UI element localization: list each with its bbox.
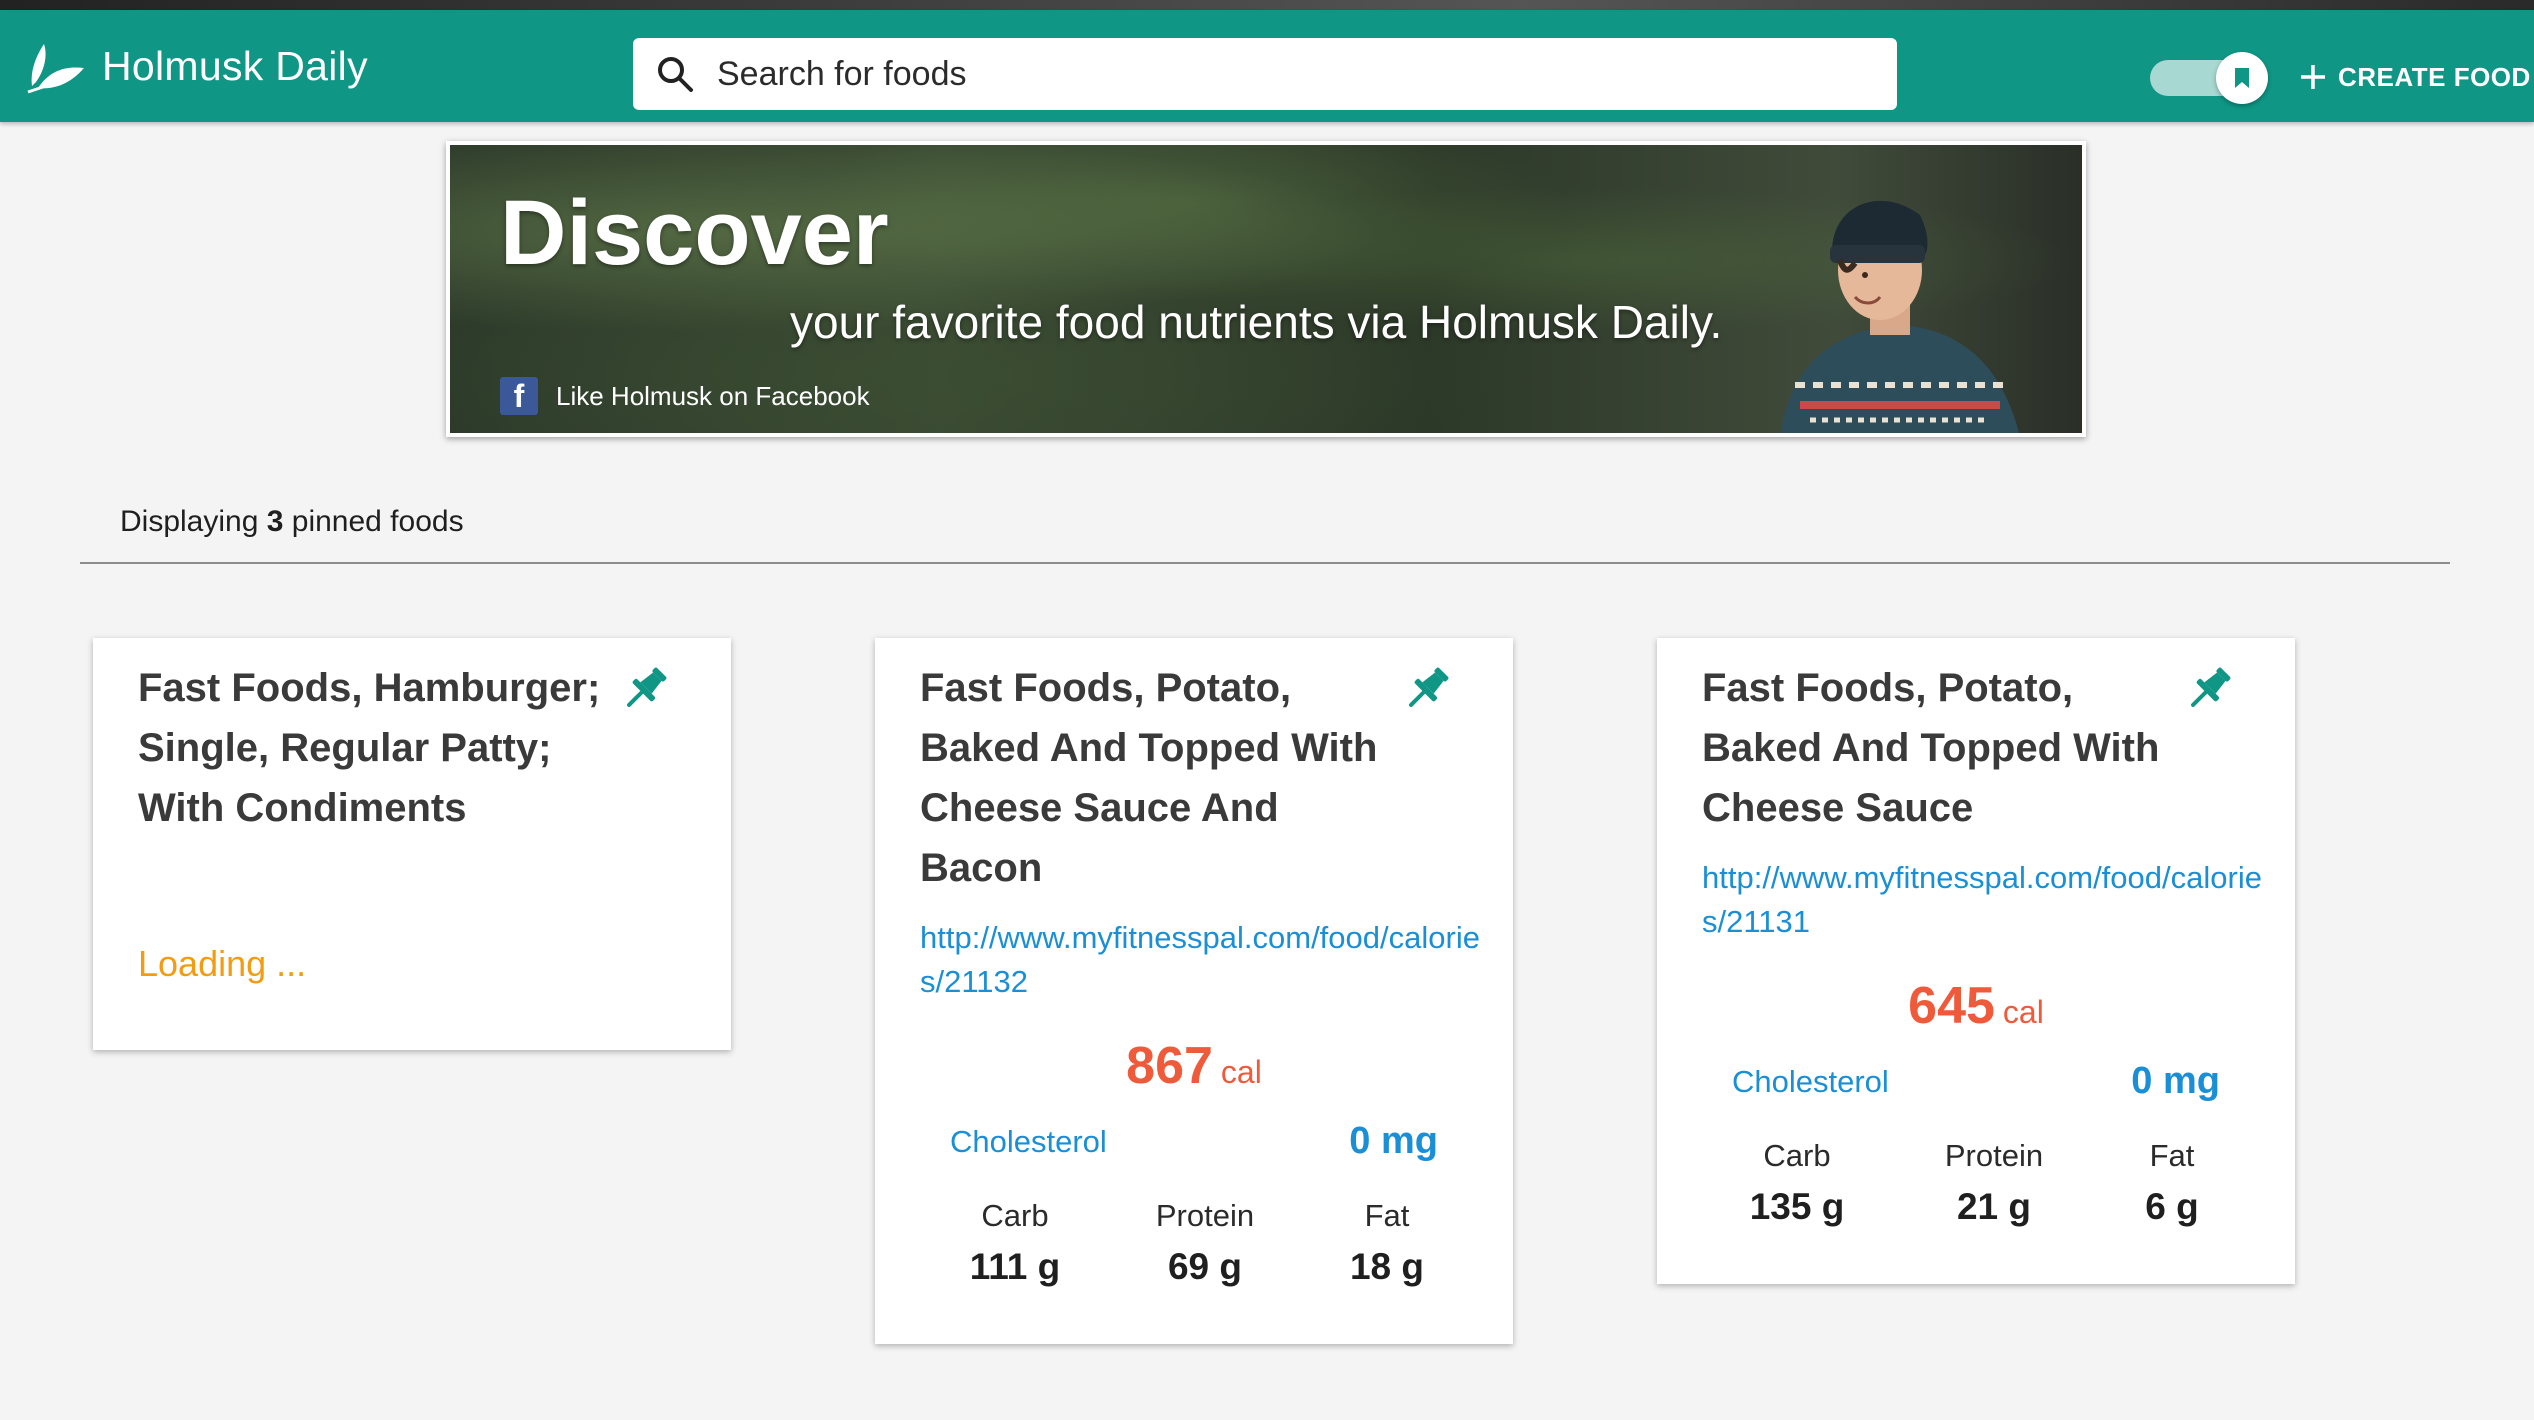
food-card[interactable]: Fast Foods, Potato, Baked And Topped Wit… — [1657, 638, 2295, 1284]
banner-title: Discover — [500, 182, 889, 284]
macro-label: Carb — [981, 1198, 1049, 1233]
pin-icon[interactable] — [2182, 660, 2238, 716]
macro-value: 111 g — [969, 1246, 1061, 1287]
pin-icon[interactable] — [618, 660, 674, 716]
macro-fat: Fat 6 g — [2092, 1138, 2252, 1228]
brand[interactable]: Holmusk Daily — [22, 36, 368, 96]
macro-value: 135 g — [1749, 1186, 1845, 1227]
food-card[interactable]: Fast Foods, Potato, Baked And Topped Wit… — [875, 638, 1513, 1344]
calories-unit: cal — [2002, 994, 2044, 1030]
leaf-logo-icon — [27, 44, 84, 94]
bookmark-icon — [2235, 68, 2249, 88]
macro-carb: Carb 135 g — [1717, 1138, 1877, 1228]
cholesterol-label: Cholesterol — [950, 1124, 1107, 1159]
macro-value: 69 g — [1167, 1246, 1243, 1287]
banner-subtitle: your favorite food nutrients via Holmusk… — [790, 296, 1723, 348]
macro-protein: Protein 21 g — [1914, 1138, 2074, 1228]
loading-indicator: Loading ... — [138, 943, 307, 984]
macro-label: Fat — [1364, 1198, 1410, 1233]
macro-value: 21 g — [1956, 1186, 2032, 1227]
macro-carb: Carb 111 g — [935, 1198, 1095, 1288]
pinned-toggle[interactable] — [2150, 52, 2268, 104]
calories-unit: cal — [1220, 1054, 1262, 1090]
food-title: Fast Foods, Hamburger; Single, Regular P… — [138, 666, 601, 830]
search-bar[interactable] — [633, 38, 1897, 110]
macro-label: Protein — [1944, 1138, 2044, 1173]
calories-row: 645 cal — [1657, 976, 2295, 1036]
summary-suffix: pinned foods — [283, 505, 464, 538]
brand-name: Holmusk Daily — [102, 42, 368, 89]
calories-row: 867 cal — [875, 1036, 1513, 1096]
macro-value: 18 g — [1349, 1246, 1425, 1287]
discover-banner: Discover your favorite food nutrients vi… — [446, 141, 2086, 437]
food-title: Fast Foods, Potato, Baked And Topped Wit… — [1702, 666, 2160, 830]
macro-value: 6 g — [2145, 1186, 2199, 1227]
food-title: Fast Foods, Potato, Baked And Topped Wit… — [920, 666, 1378, 890]
food-card[interactable]: Fast Foods, Hamburger; Single, Regular P… — [93, 638, 731, 1050]
plus-icon — [2301, 65, 2325, 89]
cholesterol-label: Cholesterol — [1732, 1064, 1889, 1099]
calories-value: 867 — [1126, 1037, 1213, 1095]
calories-value: 645 — [1908, 977, 1995, 1035]
search-input[interactable] — [715, 53, 1819, 95]
food-source-link[interactable]: http://www.myfitnesspal.com/food/calorie… — [920, 916, 1480, 1004]
toggle-knob[interactable] — [2216, 52, 2268, 104]
search-icon — [658, 57, 693, 92]
create-food-label: CREATE FOOD — [2338, 61, 2531, 92]
facebook-like-label: Like Holmusk on Facebook — [556, 380, 870, 411]
summary-prefix: Displaying — [120, 505, 267, 538]
top-strip — [0, 0, 2534, 10]
cholesterol-value: 0 mg — [1349, 1120, 1438, 1162]
cholesterol-value: 0 mg — [2131, 1060, 2220, 1102]
person-photo — [1780, 200, 2019, 433]
macro-fat: Fat 18 g — [1307, 1198, 1467, 1288]
divider — [80, 562, 2450, 564]
macro-label: Protein — [1155, 1198, 1255, 1233]
food-source-link[interactable]: http://www.myfitnesspal.com/food/calorie… — [1702, 856, 2262, 944]
facebook-like-link[interactable]: f Like Holmusk on Facebook — [500, 377, 870, 415]
pinned-count: 3 — [266, 505, 284, 538]
create-food-button[interactable]: CREATE FOOD — [2298, 52, 2531, 102]
pinned-count-summary: Displaying 3 pinned foods — [120, 505, 464, 539]
macro-label: Carb — [1763, 1138, 1831, 1173]
macro-label: Fat — [2149, 1138, 2195, 1173]
app-header: Holmusk Daily CREATE FOOD — [0, 10, 2534, 122]
facebook-icon: f — [500, 377, 538, 415]
pin-icon[interactable] — [1400, 660, 1456, 716]
macro-protein: Protein 69 g — [1125, 1198, 1285, 1288]
